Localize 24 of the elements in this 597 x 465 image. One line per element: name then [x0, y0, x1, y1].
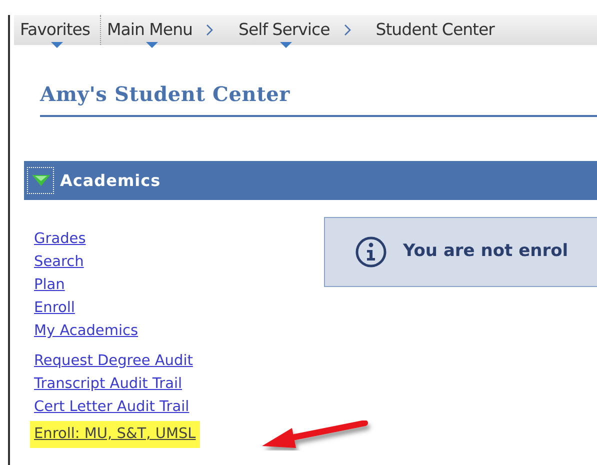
info-icon — [355, 236, 387, 268]
link[interactable]: Search — [32, 251, 86, 274]
link[interactable]: Grades — [32, 228, 88, 251]
chevron-icon — [344, 24, 352, 36]
link[interactable]: Request Degree Audit — [32, 350, 195, 373]
dropdown-icon — [146, 42, 158, 48]
link[interactable]: Enroll: MU, S&T, UMSL — [30, 421, 200, 448]
breadcrumb-item[interactable]: Favorites — [14, 18, 100, 42]
page-title: Amy's Student Center — [40, 79, 597, 117]
expand-toggle[interactable] — [27, 167, 54, 194]
expand-icon — [32, 174, 50, 186]
info-message: You are not enrol — [403, 240, 568, 264]
link[interactable]: My Academics — [32, 320, 140, 343]
link[interactable]: Enroll — [32, 297, 77, 320]
dropdown-icon — [51, 42, 64, 48]
breadcrumb-item[interactable]: Main Menu — [101, 18, 202, 42]
breadcrumb-item[interactable]: Student Center — [370, 18, 504, 42]
link[interactable]: Cert Letter Audit Trail — [32, 396, 192, 419]
breadcrumb-item[interactable]: Self Service — [232, 18, 340, 42]
chevron-icon — [206, 24, 214, 36]
section-title: Academics — [60, 170, 161, 192]
link[interactable]: Transcript Audit Trail — [32, 373, 184, 396]
dropdown-icon — [280, 42, 292, 48]
link[interactable]: Plan — [32, 274, 67, 297]
